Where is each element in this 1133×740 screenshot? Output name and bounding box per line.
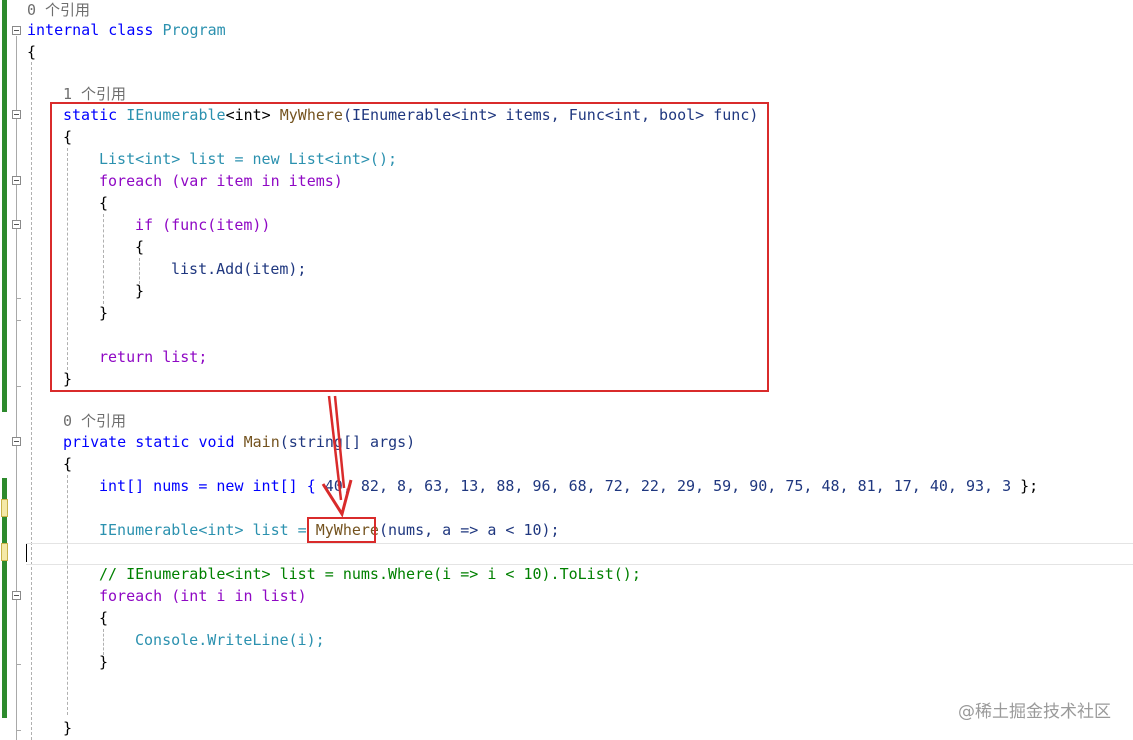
text-caret — [26, 544, 27, 562]
fold-toggle-mywhere[interactable] — [12, 110, 21, 119]
code-text: (nums, a => a < 10); — [378, 521, 560, 539]
change-gutter-top — [2, 0, 7, 412]
fold-end-tick — [16, 320, 21, 321]
code-text: int[] nums = new int[] { — [99, 477, 316, 495]
gutter-unsaved-marker — [1, 499, 8, 517]
code-text: Console.WriteLine(i); — [135, 631, 325, 649]
gutter-unsaved-marker — [1, 543, 8, 561]
fold-toggle-foreach[interactable] — [12, 176, 21, 185]
foreach-list-line[interactable]: foreach (int i in list) — [99, 585, 307, 607]
annotation-arrow — [321, 395, 353, 518]
mywhere-call-highlight-box — [307, 517, 376, 543]
keyword-internal: internal — [27, 21, 100, 39]
foreach-main-close-brace[interactable]: } — [99, 651, 108, 673]
code-text: }; — [1020, 477, 1039, 495]
arrow-head — [321, 479, 353, 518]
keyword-class: class — [108, 21, 154, 39]
main-open-brace[interactable]: { — [63, 453, 72, 475]
nums-declaration-line[interactable]: int[] nums = new int[] { 40, 82, 8, 63, … — [99, 475, 1038, 497]
codelens-main-references[interactable]: 0 个引用 — [63, 411, 126, 431]
class-name: Program — [162, 21, 226, 39]
fold-toggle-if[interactable] — [12, 220, 21, 229]
mywhere-method-highlight-box — [50, 102, 769, 392]
commented-where-line[interactable]: // IEnumerable<int> list = nums.Where(i … — [99, 563, 641, 585]
codelens-mywhere-references[interactable]: 1 个引用 — [63, 84, 126, 104]
fold-end-tick — [16, 664, 21, 665]
code-comment: // IEnumerable<int> list = nums.Where(i … — [99, 565, 641, 583]
fold-toggle-foreach-main[interactable] — [12, 591, 21, 600]
fold-toggle-main[interactable] — [12, 437, 21, 446]
arrow-shaft — [333, 395, 346, 489]
nums-values: 40, 82, 8, 63, 13, 88, 96, 68, 72, 22, 2… — [324, 477, 1012, 495]
indent-guide — [31, 62, 32, 740]
juejin-watermark: @稀土掘金技术社区 — [958, 702, 1111, 722]
code-text: IEnumerable<int> list = — [99, 521, 307, 539]
console-writeline-line[interactable]: Console.WriteLine(i); — [135, 629, 325, 651]
method-name-main: Main — [243, 433, 280, 451]
fold-end-tick — [16, 386, 21, 387]
foreach-main-open-brace[interactable]: { — [99, 607, 108, 629]
fold-end-tick — [16, 298, 21, 299]
main-close-brace[interactable]: } — [63, 717, 72, 739]
class-declaration-line[interactable]: internal class Program — [27, 19, 226, 41]
class-open-brace[interactable]: { — [27, 41, 36, 63]
indent-guide — [67, 475, 68, 715]
current-line-highlight — [26, 543, 1133, 565]
codelens-class-references[interactable]: 0 个引用 — [27, 0, 90, 20]
fold-end-tick — [16, 730, 21, 731]
code-text: foreach (int i in list) — [99, 587, 307, 605]
fold-outline-line — [16, 36, 17, 740]
fold-toggle-class[interactable] — [12, 26, 21, 35]
main-modifiers: private static void — [63, 433, 235, 451]
